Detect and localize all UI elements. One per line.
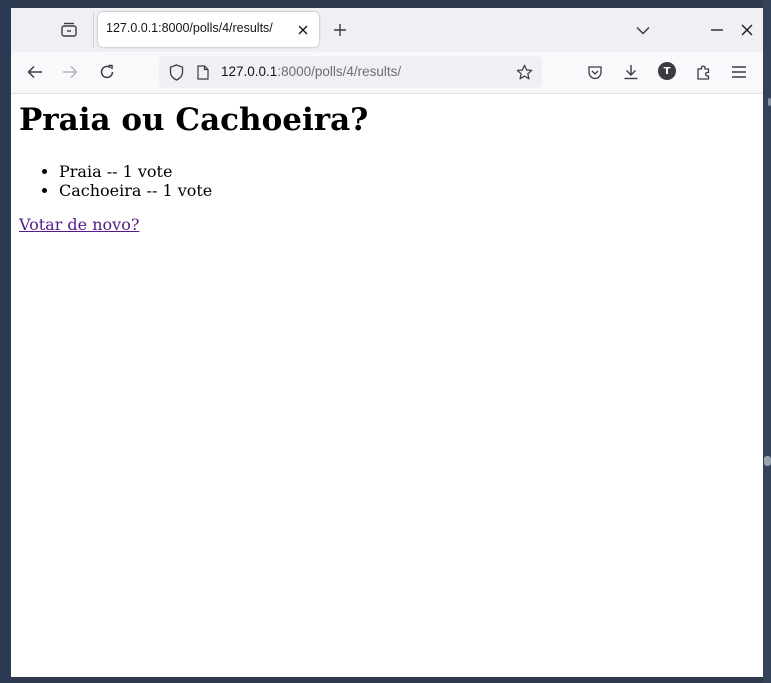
browser-window: 127.0.0.1:8000/polls/4/results/ 127.0.0.… [11, 8, 763, 677]
pocket-icon[interactable] [583, 60, 607, 84]
tab-bar: 127.0.0.1:8000/polls/4/results/ [11, 8, 763, 52]
url-host: 127.0.0.1 [221, 64, 278, 79]
chevron-down-icon[interactable] [633, 20, 653, 40]
navigation-toolbar: 127.0.0.1:8000/polls/4/results/ T [11, 52, 763, 94]
back-arrow-icon[interactable] [23, 60, 47, 84]
forward-arrow-icon[interactable] [58, 60, 82, 84]
star-icon[interactable] [515, 63, 533, 81]
results-list: Praia -- 1 vote Cachoeira -- 1 vote [19, 162, 212, 200]
close-icon[interactable] [295, 22, 311, 38]
minimize-icon[interactable] [708, 20, 726, 40]
tab-active[interactable]: 127.0.0.1:8000/polls/4/results/ [98, 12, 319, 47]
url-path: :8000/polls/4/results/ [277, 64, 402, 79]
close-window-icon[interactable] [738, 20, 756, 40]
list-item: Praia -- 1 vote [59, 162, 212, 181]
address-bar[interactable]: 127.0.0.1:8000/polls/4/results/ [159, 56, 542, 88]
hamburger-menu-icon[interactable] [727, 60, 751, 84]
download-icon[interactable] [619, 60, 643, 84]
desktop-scroll-handle[interactable] [764, 456, 771, 466]
tab-separator [93, 12, 94, 48]
account-avatar[interactable]: T [658, 62, 676, 80]
desktop-background-left [0, 0, 11, 683]
page-icon[interactable] [195, 63, 211, 81]
plus-icon[interactable] [330, 20, 350, 40]
vote-again-link[interactable]: Votar de novo? [19, 215, 139, 234]
poll-question-heading: Praia ou Cachoeira? [19, 102, 369, 138]
reload-icon[interactable] [95, 60, 119, 84]
page-content: Praia ou Cachoeira? Praia -- 1 vote Cach… [11, 94, 763, 677]
url-text[interactable]: 127.0.0.1:8000/polls/4/results/ [221, 64, 401, 79]
shield-icon[interactable] [167, 63, 185, 81]
tab-title: 127.0.0.1:8000/polls/4/results/ [106, 21, 273, 35]
list-item: Cachoeira -- 1 vote [59, 181, 212, 200]
puzzle-icon[interactable] [692, 60, 716, 84]
folder-tab-icon[interactable] [59, 20, 79, 40]
